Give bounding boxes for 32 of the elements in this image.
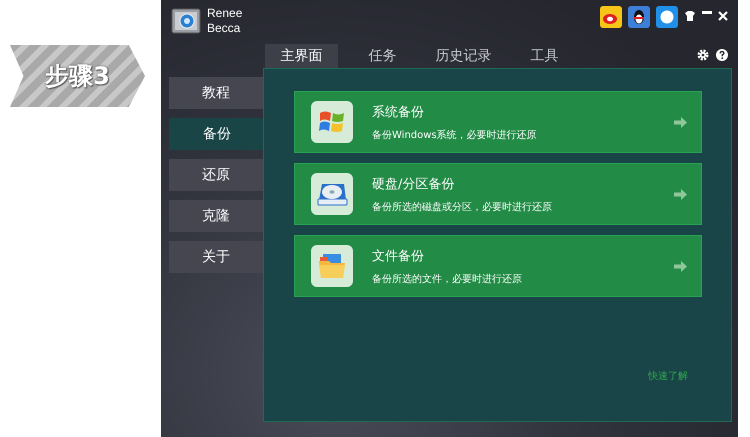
app-title: Becca xyxy=(207,21,242,36)
tab[interactable]: 历史记录 xyxy=(427,44,500,68)
option-description: 备份所选的文件，必要时进行还原 xyxy=(372,272,523,286)
step-label: 步骤3 xyxy=(45,61,110,92)
sidebar-item[interactable]: 还原 xyxy=(169,159,263,191)
backup-option-card[interactable]: 文件备份 备份所选的文件，必要时进行还原 xyxy=(294,235,702,297)
option-description: 备份所选的磁盘或分区，必要时进行还原 xyxy=(372,200,553,214)
option-title: 文件备份 xyxy=(372,248,425,264)
app-title: Renee xyxy=(207,6,242,21)
arrow-right-icon xyxy=(674,116,687,128)
sidebar-item[interactable]: 关于 xyxy=(169,241,263,273)
settings-icon[interactable] xyxy=(697,49,709,61)
tab[interactable]: 主界面 xyxy=(265,44,338,68)
close-icon[interactable] xyxy=(718,11,728,21)
shirt-icon[interactable] xyxy=(684,11,696,21)
folder-icon xyxy=(317,252,347,280)
option-title: 系统备份 xyxy=(372,104,425,120)
penguin-icon[interactable] xyxy=(628,6,650,28)
tab[interactable]: 工具 xyxy=(508,44,581,68)
arrow-right-icon xyxy=(674,188,687,200)
sidebar-item[interactable]: 备份 xyxy=(169,118,265,150)
backup-option-card[interactable]: 硬盘/分区备份 备份所选的磁盘或分区，必要时进行还原 xyxy=(294,163,702,225)
sidebar-item[interactable]: 教程 xyxy=(169,77,263,109)
weibo-icon[interactable] xyxy=(600,6,622,28)
backup-option-card[interactable]: 系统备份 备份Windows系统，必要时进行还原 xyxy=(294,91,702,153)
help-icon[interactable] xyxy=(716,49,728,61)
tab[interactable]: 任务 xyxy=(346,44,419,68)
safe-icon xyxy=(171,8,201,34)
arrow-right-icon xyxy=(674,260,687,272)
sidebar-item[interactable]: 克隆 xyxy=(169,200,263,232)
option-description: 备份Windows系统，必要时进行还原 xyxy=(372,128,538,142)
option-title: 硬盘/分区备份 xyxy=(372,176,456,192)
